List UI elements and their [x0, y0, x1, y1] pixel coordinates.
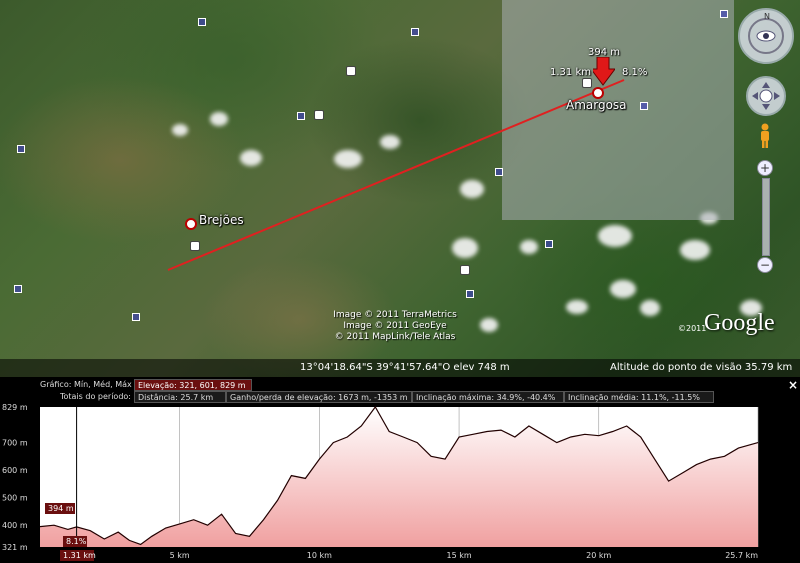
y-tick-label: 400 m: [2, 521, 28, 530]
road-shield-icon: [314, 110, 324, 120]
logo-copyright: ©2011: [678, 324, 707, 333]
svg-text:N: N: [764, 12, 770, 21]
attribution: Image © 2011 TerraMetrics Image © 2011 G…: [325, 310, 465, 343]
y-tick-label: 829 m: [2, 403, 28, 412]
y-tick-label: 600 m: [2, 466, 28, 475]
road-shield-icon: [346, 66, 356, 76]
elevation-chart[interactable]: 829 m 700 m 600 m 500 m 400 m 321 m 5 km 10 km…: [0, 377, 800, 563]
cursor-elevation: 394 m: [588, 47, 621, 58]
pointer-coordinates: 13°04'18.64"S 39°41'57.64"O elev 748 m: [300, 362, 510, 373]
cursor-distance: 1.31 km: [550, 67, 591, 78]
poi-marker[interactable]: [495, 168, 503, 176]
attribution-line: © 2011 MapLink/Tele Atlas: [334, 332, 456, 342]
attribution-line: Image © 2011 TerraMetrics: [333, 310, 457, 320]
hand-icon: [752, 82, 780, 110]
poi-marker[interactable]: [17, 145, 25, 153]
poi-marker[interactable]: [297, 112, 305, 120]
marker-slope: 8.1%: [66, 537, 87, 546]
zoom-in-button[interactable]: +: [757, 160, 773, 176]
poi-marker[interactable]: [132, 313, 140, 321]
y-tick-label: 500 m: [2, 494, 28, 503]
eye-icon: N: [748, 12, 784, 54]
zoom-slider[interactable]: [762, 178, 770, 256]
poi-marker[interactable]: [720, 10, 728, 18]
poi-marker[interactable]: [545, 240, 553, 248]
x-tick-label: 10 km: [307, 551, 332, 560]
x-tick-label: 5 km: [170, 551, 190, 560]
cursor-slope: 8.1%: [622, 67, 648, 78]
x-tick-label: 20 km: [586, 551, 611, 560]
red-arrow-icon: [593, 57, 615, 86]
y-axis-ticks: 829 m 700 m 600 m 500 m 400 m 321 m: [2, 403, 28, 552]
place-label-brejoes[interactable]: Brejões: [199, 213, 244, 227]
x-axis-ticks: 5 km 10 km 15 km 20 km 25.7 km: [170, 551, 759, 560]
attribution-line: Image © 2011 GeoEye: [343, 321, 447, 331]
place-label-amargosa[interactable]: Amargosa: [566, 98, 627, 112]
place-pin-brejoes[interactable]: [185, 218, 197, 230]
poi-marker[interactable]: [411, 28, 419, 36]
status-bar: 13°04'18.64"S 39°41'57.64"O elev 748 m A…: [0, 359, 800, 377]
eye-altitude: Altitude do ponto de visão 35.79 km: [610, 362, 793, 373]
satellite-map[interactable]: Brejões Amargosa 394 m 1.31 km 8.1% Imag…: [0, 0, 800, 377]
marker-elevation: 394 m: [48, 504, 74, 513]
zoom-out-button[interactable]: −: [757, 257, 773, 273]
look-control[interactable]: N: [738, 8, 794, 64]
poi-marker[interactable]: [14, 285, 22, 293]
poi-marker[interactable]: [466, 290, 474, 298]
poi-marker[interactable]: [640, 102, 648, 110]
move-control[interactable]: [746, 76, 786, 116]
google-logo: Google: [704, 310, 775, 336]
x-tick-label: 25.7 km: [725, 551, 758, 560]
poi-marker[interactable]: [198, 18, 206, 26]
pegman-icon[interactable]: [758, 123, 772, 149]
road-shield-icon: [582, 78, 592, 88]
road-shield-icon: [190, 241, 200, 251]
marker-distance: 1.31 km: [63, 551, 96, 560]
road-shield-icon: [460, 265, 470, 275]
y-tick-label: 321 m: [2, 543, 28, 552]
y-tick-label: 700 m: [2, 439, 28, 448]
x-tick-label: 15 km: [446, 551, 471, 560]
